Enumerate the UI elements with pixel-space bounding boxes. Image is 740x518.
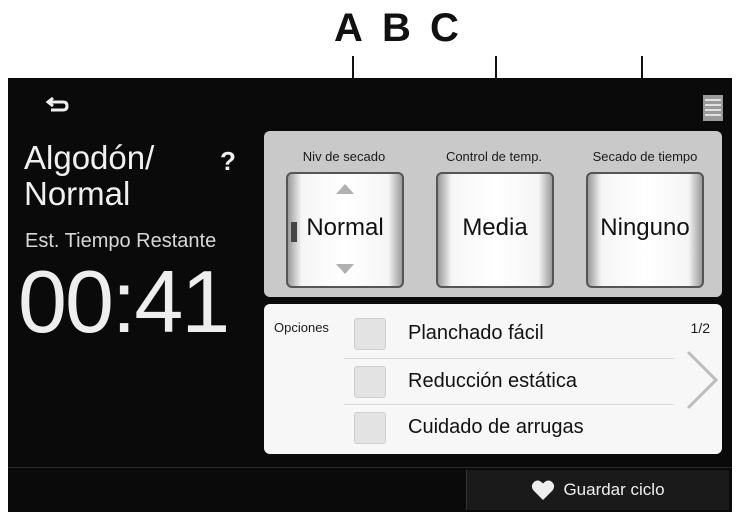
setting-label-temp-control: Control de temp. (445, 149, 543, 164)
save-cycle-button[interactable]: Guardar ciclo (466, 470, 729, 510)
settings-panel: Niv de secado Control de temp. Secado de… (264, 131, 722, 297)
option-wrinkle-care[interactable]: Cuidado de arrugas (354, 404, 666, 448)
option-label: Planchado fácil (408, 322, 544, 344)
program-name-line1: Algodón/ (24, 139, 155, 176)
time-dry-selector[interactable]: Ninguno (586, 172, 704, 288)
temp-control-selector[interactable]: Media (436, 172, 554, 288)
setting-label-dry-level: Niv de secado (302, 149, 386, 164)
help-button[interactable]: ? (220, 146, 236, 177)
remaining-time-value: 00:41 (18, 252, 230, 351)
remaining-time-label: Est. Tiempo Restante (25, 230, 217, 252)
callout-c: C (430, 6, 459, 50)
options-label: Opciones (274, 320, 329, 335)
scroll-down-icon[interactable] (336, 264, 354, 274)
setting-label-time-dry: Secado de tiempo (592, 149, 698, 164)
temp-control-value: Media (462, 214, 528, 241)
options-panel: Opciones 1/2 Planchado fácil Reducción e… (264, 304, 722, 454)
back-arrow-icon (45, 96, 69, 112)
time-dry-value: Ninguno (600, 214, 690, 241)
save-cycle-label: Guardar ciclo (563, 480, 665, 499)
dry-level-selector[interactable]: Normal (286, 172, 404, 288)
menu-icon (703, 95, 723, 121)
program-name: Algodón/ Normal (24, 140, 224, 212)
option-easy-iron[interactable]: Planchado fácil (354, 310, 666, 354)
option-checkbox[interactable] (354, 318, 386, 350)
chevron-right-icon[interactable] (682, 348, 722, 412)
scroll-up-icon[interactable] (336, 184, 354, 194)
option-checkbox[interactable] (354, 366, 386, 398)
program-name-line2: Normal (24, 175, 131, 212)
heart-icon (532, 480, 555, 500)
callout-b: B (382, 6, 411, 50)
dry-level-value: Normal (306, 214, 384, 241)
back-button[interactable] (41, 92, 75, 118)
menu-button[interactable] (702, 94, 724, 122)
dryer-screen: Algodón/ Normal ? Est. Tiempo Restante 0… (8, 78, 732, 512)
option-checkbox[interactable] (354, 412, 386, 444)
option-label: Reducción estática (408, 370, 577, 392)
option-static-reduction[interactable]: Reducción estática (354, 358, 666, 402)
page-indicator: 1/2 (690, 320, 710, 336)
bottom-divider (8, 467, 732, 468)
callout-a: A (334, 6, 363, 50)
option-label: Cuidado de arrugas (408, 416, 584, 438)
